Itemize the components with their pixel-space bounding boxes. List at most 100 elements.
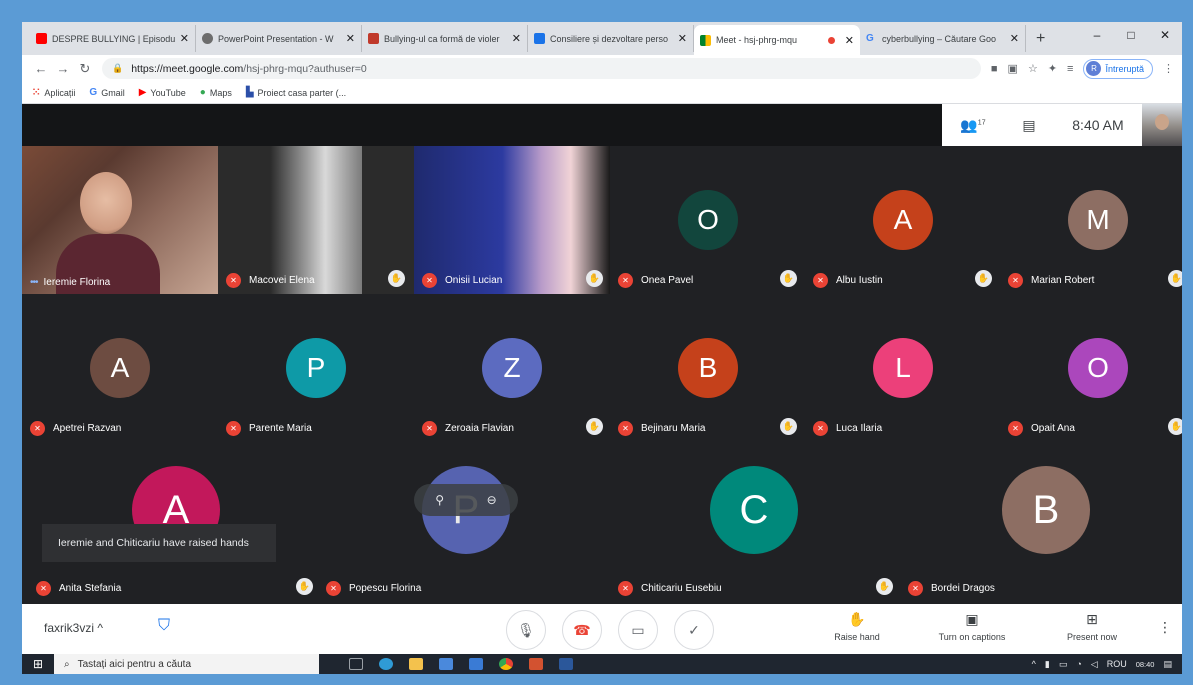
- attendance-check-button[interactable]: ✓: [674, 610, 714, 650]
- back-arrow-icon[interactable]: ←: [30, 61, 52, 76]
- volume-icon[interactable]: ◁: [1091, 659, 1098, 670]
- present-now-button[interactable]: ⊞ Present now: [1058, 611, 1126, 642]
- participant-tile-bejinaru[interactable]: B ✕ Bejinaru Maria ✋: [610, 294, 805, 442]
- camera-in-use-icon[interactable]: ■: [991, 63, 998, 75]
- google-g-icon: G: [89, 87, 98, 98]
- camera-button[interactable]: ▭: [618, 610, 658, 650]
- translate-icon[interactable]: ▣: [1008, 62, 1018, 75]
- notifications-icon[interactable]: ▤: [1163, 659, 1172, 670]
- windows-taskbar: ⊞ ⌕ Tastați aici pentru a căuta ^ ▮ ▭ ◔ …: [22, 654, 1182, 674]
- participant-tile-onea[interactable]: O ✕ Onea Pavel ✋: [610, 146, 805, 294]
- tab-despre-bullying[interactable]: DESPRE BULLYING | Episodu ✕: [30, 25, 196, 52]
- word-icon[interactable]: [559, 658, 573, 670]
- pin-icon[interactable]: ⚲: [435, 493, 444, 507]
- bookmark-gmail[interactable]: G Gmail: [89, 87, 124, 98]
- bookmark-aplicatii[interactable]: ⁙ Aplicații: [32, 87, 75, 98]
- participant-tile-apetrei[interactable]: A ✕ Apetrei Razvan: [22, 294, 217, 442]
- participant-tile-bordei[interactable]: B ✕ Bordei Dragos: [900, 442, 1182, 602]
- participant-video-macovei[interactable]: ✕ Macovei Elena ✋: [218, 146, 414, 294]
- minimize-icon[interactable]: –: [1080, 22, 1114, 48]
- chrome-icon[interactable]: [499, 658, 513, 670]
- mic-off-icon: ✕: [618, 581, 633, 596]
- tab-meet[interactable]: Meet - hsj-phrg-mqu ✕: [694, 25, 860, 55]
- maximize-icon[interactable]: □: [1114, 22, 1148, 48]
- tab-powerpoint[interactable]: PowerPoint Presentation - W ✕: [196, 25, 362, 52]
- participant-tile-marian[interactable]: M ✕ Marian Robert ✋: [1000, 146, 1182, 294]
- bookmark-label: Proiect casa parter (...: [257, 87, 347, 98]
- avatar: C: [710, 466, 798, 554]
- leave-call-button[interactable]: ☎: [562, 610, 602, 650]
- bookmark-proiect-casa[interactable]: ▙ Proiect casa parter (...: [246, 87, 346, 98]
- windows-start-icon[interactable]: ⊞: [22, 657, 54, 671]
- participant-tile-chiticariu[interactable]: C ✕ Chiticariu Eusebiu ✋: [610, 442, 900, 602]
- url-host: https://meet.google.com: [131, 62, 244, 75]
- participant-name: Ieremie Florina: [43, 277, 111, 288]
- tray-expand-icon[interactable]: ^: [1032, 659, 1036, 669]
- store-icon[interactable]: [439, 658, 453, 670]
- bookmark-maps[interactable]: ● Maps: [200, 87, 232, 98]
- network-icon[interactable]: ◔: [1076, 659, 1081, 669]
- kebab-menu-icon[interactable]: ⋮: [1163, 62, 1174, 75]
- captions-button[interactable]: ▣ Turn on captions: [928, 611, 1016, 642]
- close-window-icon[interactable]: ✕: [1148, 22, 1182, 48]
- participant-tile-zeroaia[interactable]: Z ✕ Zeroaia Flavian ✋: [414, 294, 609, 442]
- bookmark-youtube[interactable]: ▶ YouTube: [139, 87, 186, 98]
- youtube-favicon-icon: [36, 33, 47, 44]
- mail-icon[interactable]: [469, 658, 483, 670]
- address-bar[interactable]: 🔒 https://meet.google.com/hsj-phrg-mqu?a…: [102, 58, 981, 79]
- participant-name-label: ✕ Apetrei Razvan: [30, 421, 121, 436]
- new-tab-button[interactable]: +: [1036, 30, 1045, 48]
- close-icon[interactable]: ✕: [346, 32, 355, 45]
- task-view-icon[interactable]: [349, 658, 363, 670]
- close-icon[interactable]: ✕: [678, 32, 687, 45]
- edge-icon[interactable]: [379, 658, 393, 670]
- mic-in-use-icon[interactable]: ▮: [1045, 659, 1050, 670]
- tab-google-search[interactable]: G cyberbullying – Căutare Goo ✕: [860, 25, 1026, 52]
- participant-tile-parente[interactable]: P ✕ Parente Maria: [218, 294, 413, 442]
- meeting-details-button[interactable]: faxrik3vzi ^: [44, 621, 103, 635]
- host-controls-shield-icon[interactable]: ⛉: [154, 617, 174, 639]
- participant-name-label: ✕ Onea Pavel: [618, 273, 693, 288]
- participant-tile-anita[interactable]: A ✕ Anita Stefania ✋: [22, 442, 313, 602]
- screenshot-frame: DESPRE BULLYING | Episodu ✕ PowerPoint P…: [22, 22, 1182, 674]
- participant-tile-popescu[interactable]: P ✕ Popescu Florina: [312, 442, 602, 602]
- participant-tile-albu[interactable]: A ✕ Albu Iustin ✋: [805, 146, 1000, 294]
- file-explorer-icon[interactable]: [409, 658, 423, 670]
- powerpoint-icon[interactable]: [529, 658, 543, 670]
- close-icon[interactable]: ✕: [180, 32, 189, 45]
- close-icon[interactable]: ✕: [1010, 32, 1019, 45]
- extensions-puzzle-icon[interactable]: ✦: [1048, 62, 1057, 75]
- raise-hand-label: Raise hand: [834, 632, 880, 642]
- meet-info-panel: 👥17 ▤ 8:40 AM: [942, 104, 1142, 146]
- taskbar-search-box[interactable]: ⌕ Tastați aici pentru a căuta: [54, 654, 319, 674]
- reload-icon[interactable]: ↻: [74, 61, 96, 77]
- profile-button[interactable]: R Întreruptă: [1083, 58, 1153, 79]
- more-options-icon[interactable]: ⋮: [1158, 619, 1172, 636]
- search-icon: ⌕: [64, 658, 70, 670]
- taskbar-clock[interactable]: 08:40: [1136, 660, 1155, 669]
- avatar: A: [90, 338, 150, 398]
- participant-video-ieremie[interactable]: ••• Ieremie Florina: [22, 146, 219, 294]
- tab-bullying-violenta[interactable]: Bullying-ul ca formă de violer ✕: [362, 25, 528, 52]
- mute-participant-icon[interactable]: ⊖: [487, 493, 497, 507]
- tab-label: DESPRE BULLYING | Episodu: [52, 33, 176, 44]
- reading-list-icon[interactable]: ≡: [1067, 63, 1073, 75]
- close-icon[interactable]: ✕: [512, 32, 521, 45]
- microphone-button[interactable]: 🎙: [506, 610, 546, 650]
- battery-icon[interactable]: ▭: [1059, 659, 1068, 670]
- input-language[interactable]: ROU: [1107, 659, 1127, 669]
- raise-hand-button[interactable]: ✋ Raise hand: [828, 611, 886, 642]
- self-view-thumbnail[interactable]: [1142, 104, 1182, 146]
- participant-tile-luca[interactable]: L ✕ Luca Ilaria: [805, 294, 1000, 442]
- tab-consiliere[interactable]: Consiliere și dezvoltare perso ✕: [528, 25, 694, 52]
- participant-tile-opait[interactable]: O ✕ Opait Ana ✋: [1000, 294, 1182, 442]
- bookmark-star-icon[interactable]: ☆: [1028, 62, 1038, 75]
- participant-name: Marian Robert: [1031, 275, 1095, 286]
- chat-icon[interactable]: ▤: [1022, 117, 1035, 134]
- close-icon[interactable]: ✕: [845, 34, 854, 47]
- people-button[interactable]: 👥17: [960, 117, 985, 134]
- forward-arrow-icon[interactable]: →: [52, 61, 74, 76]
- participant-video-onisii[interactable]: ✕ Onisii Lucian ✋: [414, 146, 610, 294]
- house-plan-icon: ▙: [245, 87, 254, 98]
- participant-name-label: ✕ Anita Stefania: [36, 581, 121, 596]
